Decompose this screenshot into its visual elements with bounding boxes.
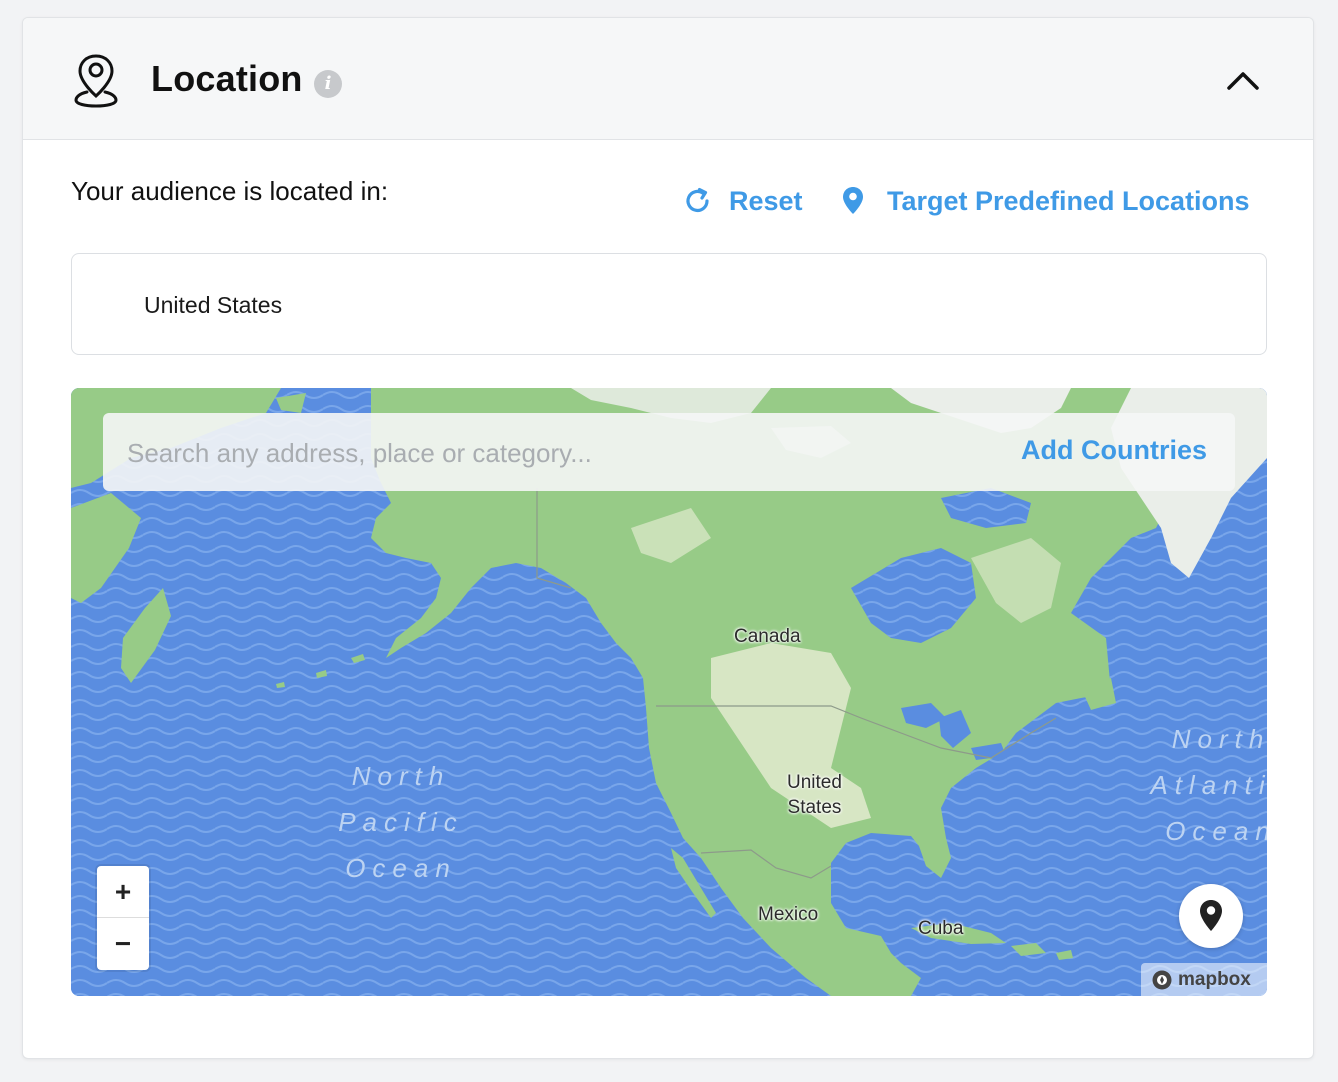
zoom-in-button[interactable]: +	[97, 866, 149, 918]
chevron-up-icon[interactable]	[1221, 62, 1265, 98]
location-pin-icon	[74, 54, 118, 108]
map-search-bar: Add Countries	[103, 413, 1235, 491]
map-label-mexico: Mexico	[758, 904, 819, 925]
reset-button[interactable]: Reset	[683, 183, 803, 219]
mapbox-attribution[interactable]: mapbox	[1141, 963, 1267, 996]
map[interactable]: NorthPacificOcean NorthAtlanticOcean Can…	[71, 388, 1267, 996]
locate-button[interactable]	[1179, 884, 1243, 948]
info-icon[interactable]: i	[314, 70, 342, 98]
map-label-canada: Canada	[734, 626, 801, 647]
zoom-out-button[interactable]: −	[97, 918, 149, 970]
target-predefined-locations-button[interactable]: Target Predefined Locations	[841, 183, 1250, 219]
map-marker-icon	[1200, 900, 1222, 931]
location-header[interactable]: Location i	[23, 18, 1313, 140]
map-search-input[interactable]	[127, 433, 947, 473]
mapbox-logo-icon	[1152, 970, 1172, 989]
page-title: Location	[151, 58, 303, 99]
map-label-cuba: Cuba	[918, 918, 964, 939]
target-predefined-locations-label: Target Predefined Locations	[887, 185, 1250, 216]
audience-label: Your audience is located in:	[71, 176, 389, 206]
ocean-label-north-atlantic: NorthAtlanticOcean	[1150, 724, 1267, 846]
ocean-label-north-pacific: North Pacific Ocean	[338, 761, 464, 883]
map-marker-icon	[843, 187, 863, 214]
refresh-icon	[686, 187, 709, 213]
add-countries-button[interactable]: Add Countries	[1021, 435, 1207, 466]
reset-label: Reset	[729, 185, 803, 216]
mapbox-attribution-label: mapbox	[1178, 968, 1251, 990]
location-card: Location i Your audience is located in: …	[22, 17, 1314, 1059]
selected-locations-box[interactable]: United States	[71, 253, 1267, 355]
zoom-control: + −	[97, 866, 149, 970]
map-label-united-states: United States	[787, 772, 842, 818]
selected-location-item[interactable]: United States	[144, 292, 282, 319]
